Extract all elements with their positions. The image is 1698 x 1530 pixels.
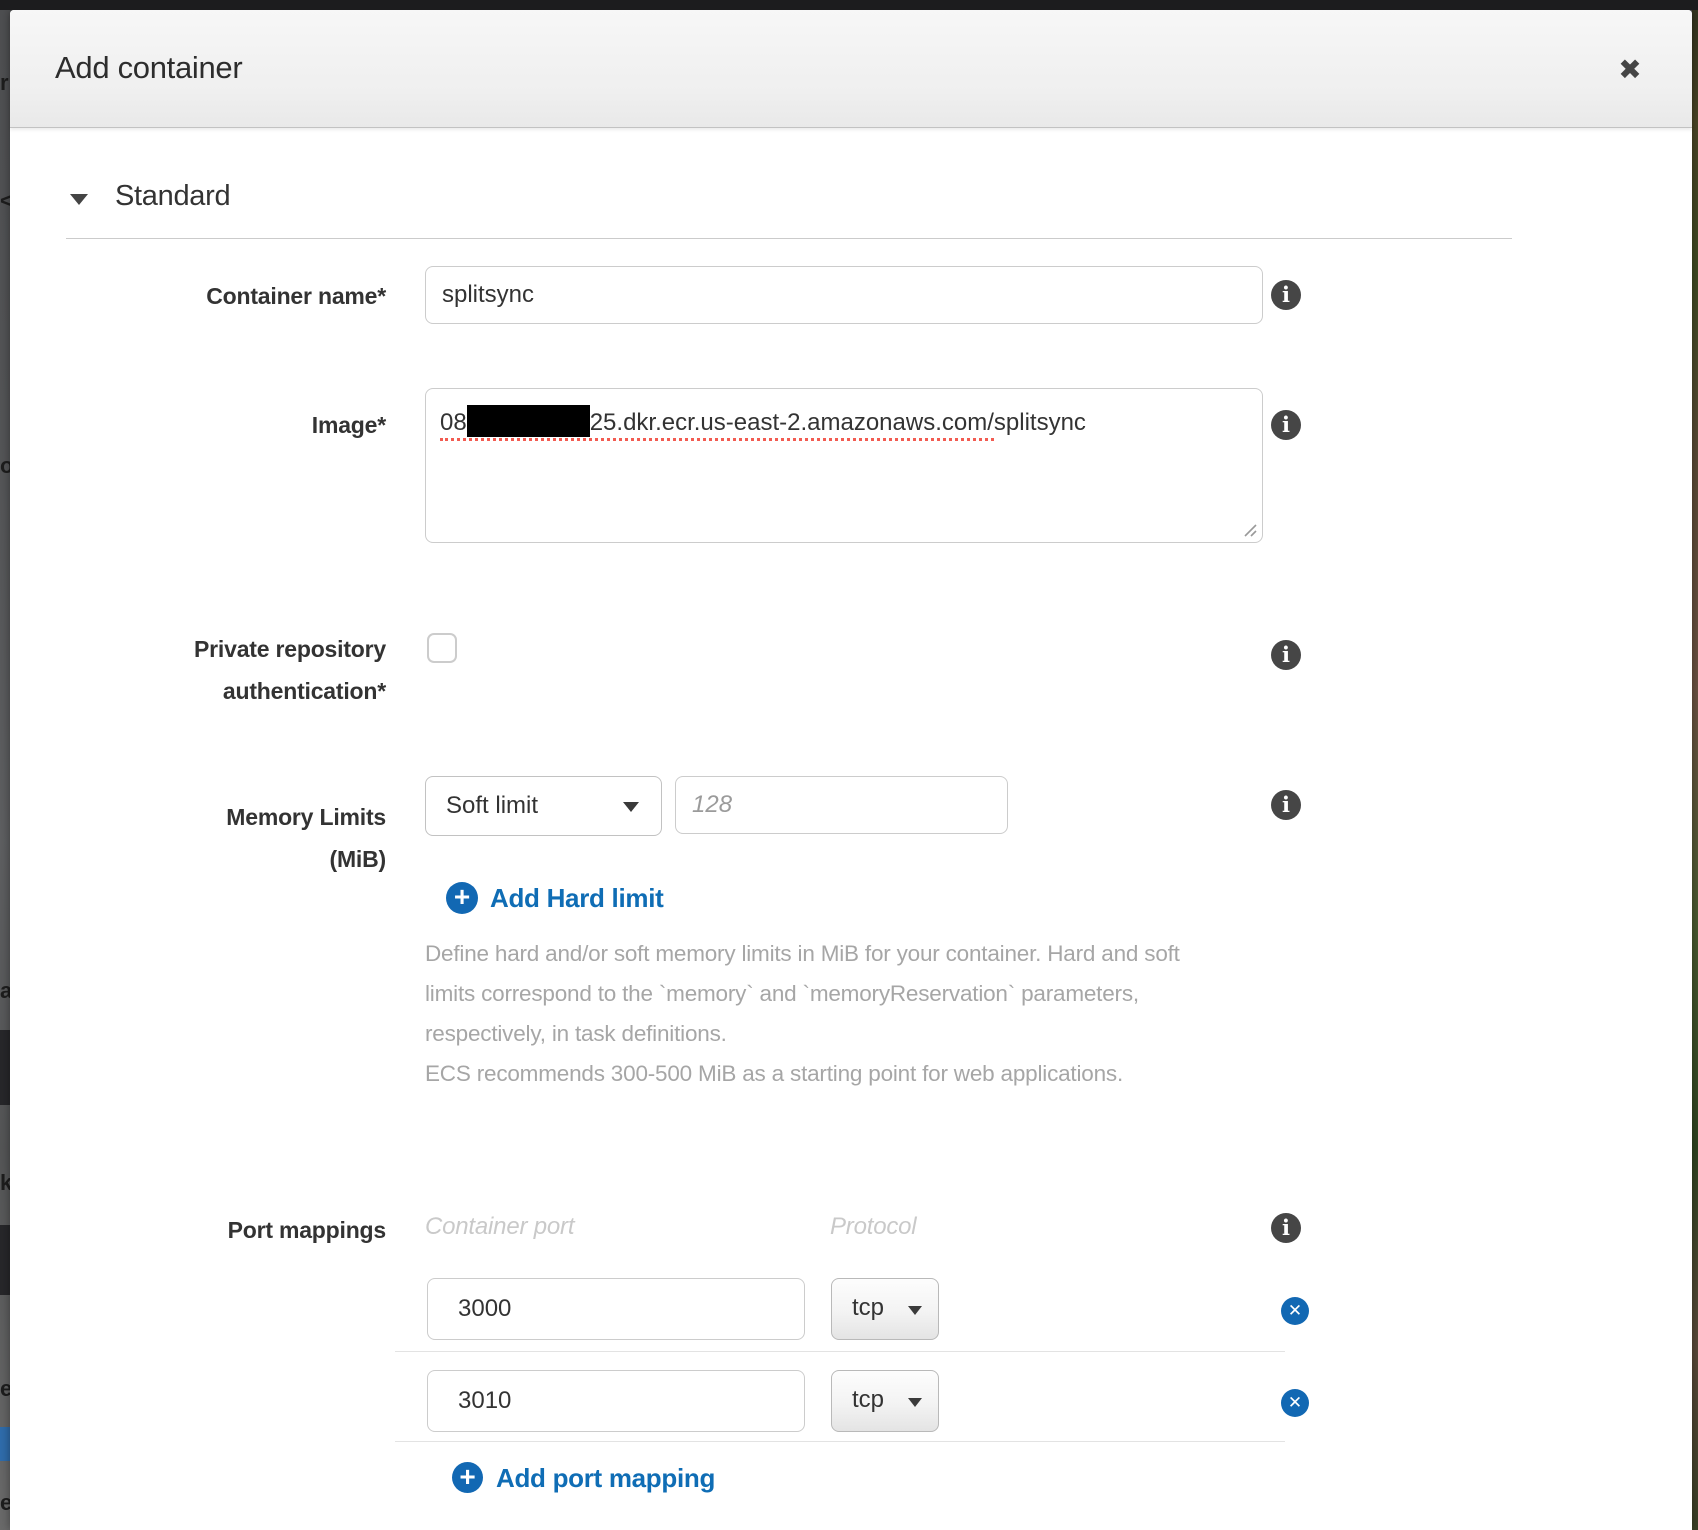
memory-limits-row: Memory Limits (MiB) Soft limit i xyxy=(10,776,1692,836)
add-hard-limit-button[interactable]: + Add Hard limit xyxy=(446,881,706,915)
memory-help-para2: ECS recommends 300-500 MiB as a starting… xyxy=(425,1054,1210,1094)
add-container-modal: Add container ✖ Standard Container name*… xyxy=(10,10,1692,1530)
container-name-input[interactable] xyxy=(425,266,1263,324)
chevron-down-icon xyxy=(908,1306,922,1315)
protocol-select[interactable]: tcp xyxy=(831,1370,939,1432)
chevron-down-icon xyxy=(908,1398,922,1407)
info-icon[interactable]: i xyxy=(1271,280,1301,310)
private-repo-label: Private repository authentication* xyxy=(10,628,386,712)
modal-title: Add container xyxy=(55,50,242,86)
add-port-mapping-label: Add port mapping xyxy=(496,1463,715,1494)
backdrop-right-edge xyxy=(1692,0,1698,1530)
add-port-mapping-button[interactable]: + Add port mapping xyxy=(452,1461,772,1495)
private-repo-label-line1: Private repository xyxy=(10,628,386,670)
image-label: Image* xyxy=(10,412,386,439)
port-mappings-header-row: Port mappings Container port Protocol i xyxy=(10,1213,1692,1247)
plus-icon: + xyxy=(452,1462,483,1493)
port-mappings-label: Port mappings xyxy=(10,1213,386,1247)
memory-limit-value-input[interactable] xyxy=(675,776,1008,834)
info-icon[interactable]: i xyxy=(1271,1213,1301,1243)
protocol-value: tcp xyxy=(852,1386,884,1414)
plus-icon: + xyxy=(446,882,478,914)
section-title: Standard xyxy=(115,180,230,213)
redaction-box xyxy=(467,405,590,437)
container-port-column-header: Container port xyxy=(425,1213,574,1241)
delete-port-mapping-button[interactable]: ✕ xyxy=(1281,1389,1309,1417)
memory-help-text: Define hard and/or soft memory limits in… xyxy=(425,934,1210,1094)
backdrop-top-bar xyxy=(0,0,1698,10)
backdrop-image-fragment xyxy=(0,1225,10,1295)
container-port-input[interactable] xyxy=(427,1278,805,1340)
section-divider xyxy=(66,238,1512,239)
backdrop-text-fragment: a xyxy=(0,980,10,1002)
screen: r < o a ki e e Add container ✖ Standard … xyxy=(0,0,1698,1530)
port-row-divider xyxy=(395,1351,1285,1352)
add-hard-limit-label: Add Hard limit xyxy=(490,883,663,914)
memory-help-para1: Define hard and/or soft memory limits in… xyxy=(425,934,1210,1054)
memory-limits-label: Memory Limits (MiB) xyxy=(10,796,386,880)
backdrop-text-fragment: ki xyxy=(0,1172,10,1194)
info-icon[interactable]: i xyxy=(1271,410,1301,440)
image-textarea[interactable]: 0825.dkr.ecr.us-east-2.amazonaws.com/spl… xyxy=(425,388,1263,543)
private-repo-row: Private repository authentication* i xyxy=(10,620,1692,710)
memory-limit-type-value: Soft limit xyxy=(446,792,538,820)
port-row-divider xyxy=(395,1441,1285,1442)
modal-header: Add container ✖ xyxy=(10,10,1692,128)
close-icon: ✖ xyxy=(1618,54,1641,85)
container-name-row: Container name* i xyxy=(10,266,1692,326)
chevron-down-icon xyxy=(623,802,639,812)
info-icon[interactable]: i xyxy=(1271,790,1301,820)
backdrop-left-edge: r < o a ki e e xyxy=(0,0,10,1530)
protocol-value: tcp xyxy=(852,1294,884,1322)
private-repo-checkbox[interactable] xyxy=(427,633,457,663)
port-mapping-row: tcp ✕ xyxy=(10,1278,1692,1341)
resize-handle-icon[interactable] xyxy=(1242,522,1258,538)
backdrop-text-fragment: r xyxy=(0,72,9,94)
protocol-column-header: Protocol xyxy=(830,1213,916,1241)
info-icon[interactable]: i xyxy=(1271,640,1301,670)
backdrop-button-fragment xyxy=(0,1427,10,1461)
close-button[interactable]: ✖ xyxy=(1610,50,1650,90)
container-name-label: Container name* xyxy=(10,266,386,326)
backdrop-text-fragment: e xyxy=(0,1378,10,1400)
backdrop-text-fragment: < xyxy=(0,190,10,212)
delete-port-mapping-button[interactable]: ✕ xyxy=(1281,1297,1309,1325)
memory-limits-label-line1: Memory Limits xyxy=(10,796,386,838)
protocol-select[interactable]: tcp xyxy=(831,1278,939,1340)
container-port-input[interactable] xyxy=(427,1370,805,1432)
memory-limits-label-line2: (MiB) xyxy=(10,838,386,880)
image-row: Image* 0825.dkr.ecr.us-east-2.amazonaws.… xyxy=(10,388,1692,543)
backdrop-text-fragment: o xyxy=(0,455,10,477)
backdrop-image-fragment xyxy=(0,1030,10,1105)
image-value: 0825.dkr.ecr.us-east-2.amazonaws.com/ xyxy=(440,409,994,441)
section-standard-header[interactable]: Standard xyxy=(10,180,1692,220)
private-repo-label-line2: authentication* xyxy=(10,670,386,712)
port-mapping-row: tcp ✕ xyxy=(10,1370,1692,1433)
backdrop-text-fragment: e xyxy=(0,1492,10,1514)
memory-limit-type-select[interactable]: Soft limit xyxy=(425,776,662,836)
chevron-down-icon xyxy=(70,194,88,205)
